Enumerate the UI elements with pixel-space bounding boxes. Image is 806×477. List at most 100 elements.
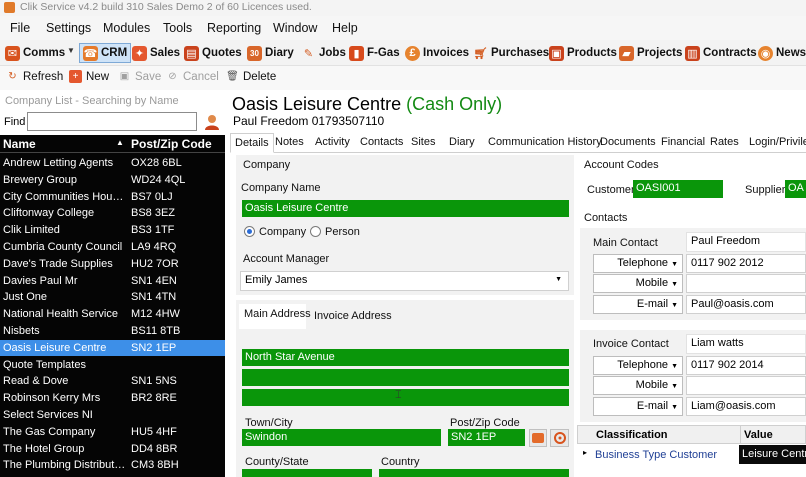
delete-button[interactable]: 🗑︎ Delete (226, 70, 276, 83)
invoice-email-field[interactable]: Liam@oasis.com (686, 397, 806, 416)
table-row[interactable]: The Hotel Group DD4 8BR (0, 441, 225, 457)
post-code-field[interactable]: SN2 1EP (448, 429, 525, 446)
main-email-type[interactable]: E-mail ▼ (593, 295, 683, 314)
menu-settings[interactable]: Settings (46, 21, 91, 35)
table-row[interactable]: Oasis Leisure Centre SN2 1EP (0, 339, 225, 356)
customer-code-field[interactable]: OASI001 (633, 180, 723, 198)
column-header-classification[interactable]: Classification (596, 429, 668, 441)
new-button[interactable]: + New (69, 70, 109, 83)
address-line-1[interactable]: North Star Avenue (242, 349, 569, 366)
invoice-telephone-field[interactable]: 0117 902 2014 (686, 356, 806, 375)
country-field[interactable] (379, 469, 569, 477)
table-row[interactable]: Dave's Trade Supplies HU2 7OR (0, 256, 225, 272)
table-row[interactable]: Just One SN1 4TN (0, 289, 225, 305)
row-expand-icon[interactable]: ▸ (583, 448, 587, 457)
address-line-2[interactable] (242, 369, 569, 386)
menu-reporting[interactable]: Reporting (207, 21, 261, 35)
jobs-button[interactable]: ✎ Jobs (301, 44, 346, 62)
tab-notes[interactable]: Notes (275, 136, 304, 148)
main-telephone-type[interactable]: Telephone ▼ (593, 254, 683, 273)
column-header-value[interactable]: Value (744, 429, 773, 441)
quotes-button[interactable]: ▤ Quotes (184, 44, 242, 62)
table-row[interactable]: National Health Service M12 4HW (0, 306, 225, 322)
contracts-button[interactable]: ▥ Contracts (685, 44, 757, 62)
classification-header: Classification Value (577, 425, 806, 444)
menu-help[interactable]: Help (332, 21, 358, 35)
menu-modules[interactable]: Modules (103, 21, 150, 35)
find-input[interactable] (27, 112, 197, 131)
tab-main-address[interactable]: Main Address (244, 308, 311, 320)
tab-rates[interactable]: Rates (710, 136, 739, 148)
main-mobile-type[interactable]: Mobile ▼ (593, 274, 683, 293)
menu-file[interactable]: File (10, 21, 30, 35)
purchases-button[interactable]: 🛒︎ Purchases (473, 44, 550, 62)
map-locate-button[interactable] (550, 429, 569, 447)
crm-button[interactable]: ☎ CRM (79, 43, 132, 63)
invoice-mobile-type[interactable]: Mobile ▼ (593, 376, 683, 395)
tab-communication-history[interactable]: Communication History (488, 136, 602, 148)
table-row[interactable]: Clik Limited BS3 1TF (0, 222, 225, 238)
table-row[interactable]: Read & Dove SN1 5NS (0, 373, 225, 389)
table-row[interactable]: Andrew Letting Agents OX28 6BL (0, 155, 225, 171)
table-row[interactable]: Davies Paul Mr SN1 4EN (0, 273, 225, 289)
table-row[interactable]: Robinson Kerry Mrs BR2 8RE (0, 390, 225, 406)
invoice-telephone-type[interactable]: Telephone ▼ (593, 356, 683, 375)
address-line-3[interactable] (242, 389, 569, 406)
company-title: Oasis Leisure Centre (Cash Only) (232, 94, 502, 115)
invoice-contact-name[interactable]: Liam watts (686, 334, 806, 354)
tab-contacts[interactable]: Contacts (360, 136, 403, 148)
comms-dropdown-icon[interactable]: ▼ (67, 46, 75, 55)
refresh-button[interactable]: ↻ Refresh (6, 70, 63, 83)
news-button[interactable]: ◉ News (758, 44, 806, 62)
table-row[interactable]: Cliftonway College BS8 3EZ (0, 205, 225, 221)
classification-value[interactable]: Leisure Centr (739, 445, 806, 464)
radio-company[interactable] (244, 226, 255, 237)
company-name-cell: Brewery Group (3, 173, 77, 186)
tab-login-privileges[interactable]: Login/Privile (749, 136, 806, 148)
projects-button[interactable]: ▰ Projects (619, 44, 682, 62)
column-header-post[interactable]: Post/Zip Code (131, 137, 212, 151)
town-field[interactable]: Swindon (242, 429, 441, 446)
main-email-field[interactable]: Paul@oasis.com (686, 295, 806, 314)
table-row[interactable]: Select Services NI (0, 407, 225, 423)
sales-button[interactable]: ✦ Sales (132, 44, 180, 62)
table-row[interactable]: ▸ Business Type Customer Leisure Centr (577, 445, 806, 464)
main-telephone-field[interactable]: 0117 902 2012 (686, 254, 806, 273)
column-header-name[interactable]: Name (3, 137, 36, 151)
table-row[interactable]: Brewery Group WD24 4QL (0, 172, 225, 188)
invoices-button[interactable]: £ Invoices (405, 44, 469, 62)
invoice-mobile-field[interactable] (686, 376, 806, 395)
diary-button[interactable]: 30 Diary (247, 44, 294, 62)
products-button[interactable]: ▣ Products (549, 44, 617, 62)
tab-documents[interactable]: Documents (600, 136, 656, 148)
account-manager-select[interactable]: Emily James ▼ (240, 271, 569, 291)
table-row[interactable]: Quote Templates (0, 357, 225, 373)
main-contact-name[interactable]: Paul Freedom (686, 232, 806, 252)
person-search-icon[interactable] (203, 113, 221, 131)
save-button[interactable]: ▣ Save (118, 70, 161, 83)
tab-financial[interactable]: Financial (661, 136, 705, 148)
comms-button[interactable]: ✉ Comms (5, 44, 65, 62)
postcode-lookup-button[interactable] (529, 429, 547, 447)
table-row[interactable]: Nisbets BS11 8TB (0, 323, 225, 339)
fgas-button[interactable]: ▮ F-Gas (349, 44, 400, 62)
tab-invoice-address[interactable]: Invoice Address (314, 310, 392, 322)
invoice-email-type[interactable]: E-mail ▼ (593, 397, 683, 416)
cancel-button[interactable]: ⊘ Cancel (166, 70, 219, 83)
table-row[interactable]: The Gas Company HU5 4HF (0, 424, 225, 440)
menu-window[interactable]: Window (273, 21, 317, 35)
main-mobile-field[interactable] (686, 274, 806, 293)
menu-tools[interactable]: Tools (163, 21, 192, 35)
table-row[interactable]: The Plumbing Distribution... CM3 8BH (0, 457, 225, 473)
tab-activity[interactable]: Activity (315, 136, 350, 148)
county-field[interactable] (242, 469, 372, 477)
table-row[interactable]: City Communities Housin... BS7 0LJ (0, 189, 225, 205)
tab-details[interactable]: Details (230, 133, 274, 153)
tab-diary[interactable]: Diary (449, 136, 475, 148)
radio-person[interactable] (310, 226, 321, 237)
company-contact-line: Paul Freedom 01793507110 (233, 114, 385, 128)
supplier-code-field[interactable]: OA (785, 180, 806, 198)
tab-sites[interactable]: Sites (411, 136, 435, 148)
table-row[interactable]: Cumbria County Council LA9 4RQ (0, 239, 225, 255)
company-name-field[interactable]: Oasis Leisure Centre (242, 200, 569, 217)
